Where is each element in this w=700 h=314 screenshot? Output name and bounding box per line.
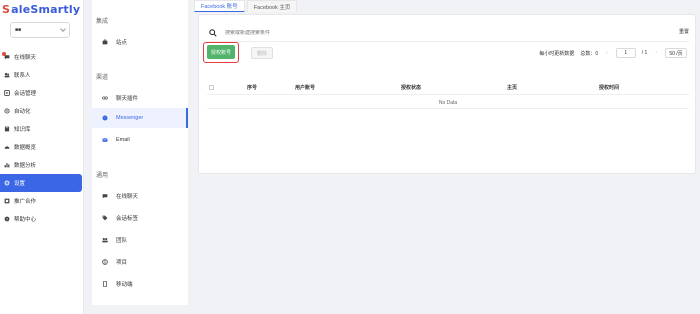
subnav-item-label: 移动端 <box>116 282 133 288</box>
nav-item-label: 推广合作 <box>14 199 37 205</box>
nav-item-knowledge[interactable]: 知识库 <box>0 120 84 138</box>
nav-item-label: 联系人 <box>14 73 31 79</box>
empty-state: No Data <box>207 97 689 109</box>
nav-item-label: 帮助中心 <box>14 217 37 223</box>
left-nav: S aleSmartly ■■ 在线聊天 联系人 会话管理 自动化 知识库 数据… <box>0 0 84 314</box>
tab-facebook-account[interactable]: Facebook 账号 <box>194 0 245 12</box>
tab-facebook-page[interactable]: Facebook 主页 <box>246 0 298 12</box>
email-icon <box>102 137 108 143</box>
nav-item-label: 自动化 <box>14 109 31 115</box>
authorize-account-button[interactable]: 授权账号 <box>207 45 235 59</box>
subnav-group-title: 通用 <box>96 173 109 179</box>
page-count: / 1 <box>641 50 648 56</box>
update-hint: 每小时更新数据 <box>539 50 575 57</box>
column-header: 授权状态 <box>401 85 422 91</box>
subnav-item-label: 项目 <box>116 260 128 266</box>
subnav-group-title: 集成 <box>96 19 109 25</box>
chevron-down-icon <box>60 26 66 32</box>
nav-item-dashboard[interactable]: 数据概览 <box>0 138 84 156</box>
subnav-item-label: 聊天插件 <box>116 96 139 102</box>
accounts-panel: 重置 授权账号 删除 每小时更新数据 总数：0 ‹ 1 / 1 › 50 /页 … <box>198 14 696 174</box>
main-content: Facebook 账号 Facebook 主页 重置 授权账号 删除 每小时更新… <box>194 0 700 314</box>
contacts-icon <box>4 72 10 78</box>
nav-item-contacts[interactable]: 联系人 <box>0 66 84 84</box>
team-icon <box>102 237 108 243</box>
nav-item-chat[interactable]: 在线聊天 <box>0 48 84 66</box>
chat-bubble-icon <box>102 193 108 199</box>
select-all-checkbox[interactable] <box>209 85 214 90</box>
nav-item-settings[interactable]: 设置 <box>0 174 82 192</box>
subnav-item-email[interactable]: Email <box>92 130 188 150</box>
brand-logo[interactable]: S aleSmartly <box>2 2 80 16</box>
subnav-item-label: 在线聊天 <box>116 194 139 200</box>
column-header: 主页 <box>507 85 518 91</box>
notification-dot <box>2 52 6 56</box>
automation-icon <box>4 108 10 114</box>
gear-icon <box>4 180 10 186</box>
column-header: 授权时间 <box>599 85 620 91</box>
subnav-item-mobile[interactable]: 移动端 <box>92 274 188 294</box>
subnav-item-label: Email <box>116 137 130 143</box>
messenger-icon <box>102 115 108 121</box>
subnav-item-team[interactable]: 团队 <box>92 230 188 250</box>
nav-item-automation[interactable]: 自动化 <box>0 102 84 120</box>
chevron-right-icon[interactable]: › <box>655 50 657 56</box>
mobile-icon <box>102 281 108 287</box>
subnav-item-site[interactable]: 站点 <box>92 32 188 52</box>
nav-item-label: 会话管理 <box>14 91 37 97</box>
page-input[interactable]: 1 <box>615 48 636 58</box>
subnav-item-chat-widget[interactable]: 聊天插件 <box>92 88 188 108</box>
nav-item-label: 设置 <box>14 181 26 187</box>
page-size-select[interactable]: 50 /页 <box>665 48 687 58</box>
book-icon <box>4 126 10 132</box>
subnav-item-label: 站点 <box>116 40 128 46</box>
subnav-item-label: Messenger <box>116 115 144 121</box>
widget-icon <box>102 95 108 101</box>
pagination: 每小时更新数据 总数：0 ‹ 1 / 1 › 50 /页 <box>539 47 687 59</box>
svg-text:?: ? <box>6 217 8 221</box>
divider <box>209 41 689 42</box>
column-header: 用户账号 <box>295 85 316 91</box>
workspace-name: ■■ <box>15 27 22 33</box>
nav-item-label: 在线聊天 <box>14 55 37 61</box>
subnav-item-conversation-tags[interactable]: 会话标签 <box>92 208 188 228</box>
nav-item-analytics[interactable]: 数据分析 <box>0 156 84 174</box>
nav-item-label: 知识库 <box>14 127 31 133</box>
conversation-icon <box>4 90 10 96</box>
nav-item-label: 数据概览 <box>14 145 37 151</box>
help-icon: ? <box>4 216 10 222</box>
subnav-item-project[interactable]: 项目 <box>92 252 188 272</box>
dashboard-icon <box>4 144 10 150</box>
account-tabs: Facebook 账号 Facebook 主页 <box>194 0 299 12</box>
nav-item-conversations[interactable]: 会话管理 <box>0 84 84 102</box>
tag-icon <box>102 215 108 221</box>
subnav-item-label: 团队 <box>116 238 128 244</box>
nav-item-promotion[interactable]: 推广合作 <box>0 192 84 210</box>
reset-button[interactable]: 重置 <box>679 28 689 35</box>
settings-subnav: 集成 站点 渠道 聊天插件 Messenger Email 通用 在线聊天 会话… <box>92 0 188 305</box>
delete-button[interactable]: 删除 <box>251 47 273 59</box>
search-bar: 重置 <box>209 27 689 39</box>
subnav-item-live-chat[interactable]: 在线聊天 <box>92 186 188 206</box>
brand-logo-mark: S <box>2 2 11 16</box>
chart-icon <box>4 162 10 168</box>
brand-logo-text: aleSmartly <box>11 2 81 16</box>
subnav-item-messenger[interactable]: Messenger <box>92 108 188 128</box>
total-count: 总数：0 <box>580 50 599 57</box>
nav-item-help[interactable]: ? 帮助中心 <box>0 210 84 228</box>
nav-item-label: 数据分析 <box>14 163 37 169</box>
workspace-select[interactable]: ■■ <box>10 22 70 38</box>
table-header: 序号 用户账号 授权状态 主页 授权时间 <box>207 81 689 95</box>
column-header: 序号 <box>247 85 258 91</box>
subnav-item-label: 会话标签 <box>116 216 139 222</box>
chevron-left-icon[interactable]: ‹ <box>606 50 608 56</box>
briefcase-icon <box>102 39 108 45</box>
search-icon[interactable] <box>209 29 217 37</box>
nav-list: 在线聊天 联系人 会话管理 自动化 知识库 数据概览 数据分析 设置 推广合作 … <box>0 48 84 228</box>
subnav-group-title: 渠道 <box>96 75 109 81</box>
share-icon <box>4 198 10 204</box>
globe-icon <box>102 259 108 265</box>
search-input[interactable] <box>225 30 425 36</box>
